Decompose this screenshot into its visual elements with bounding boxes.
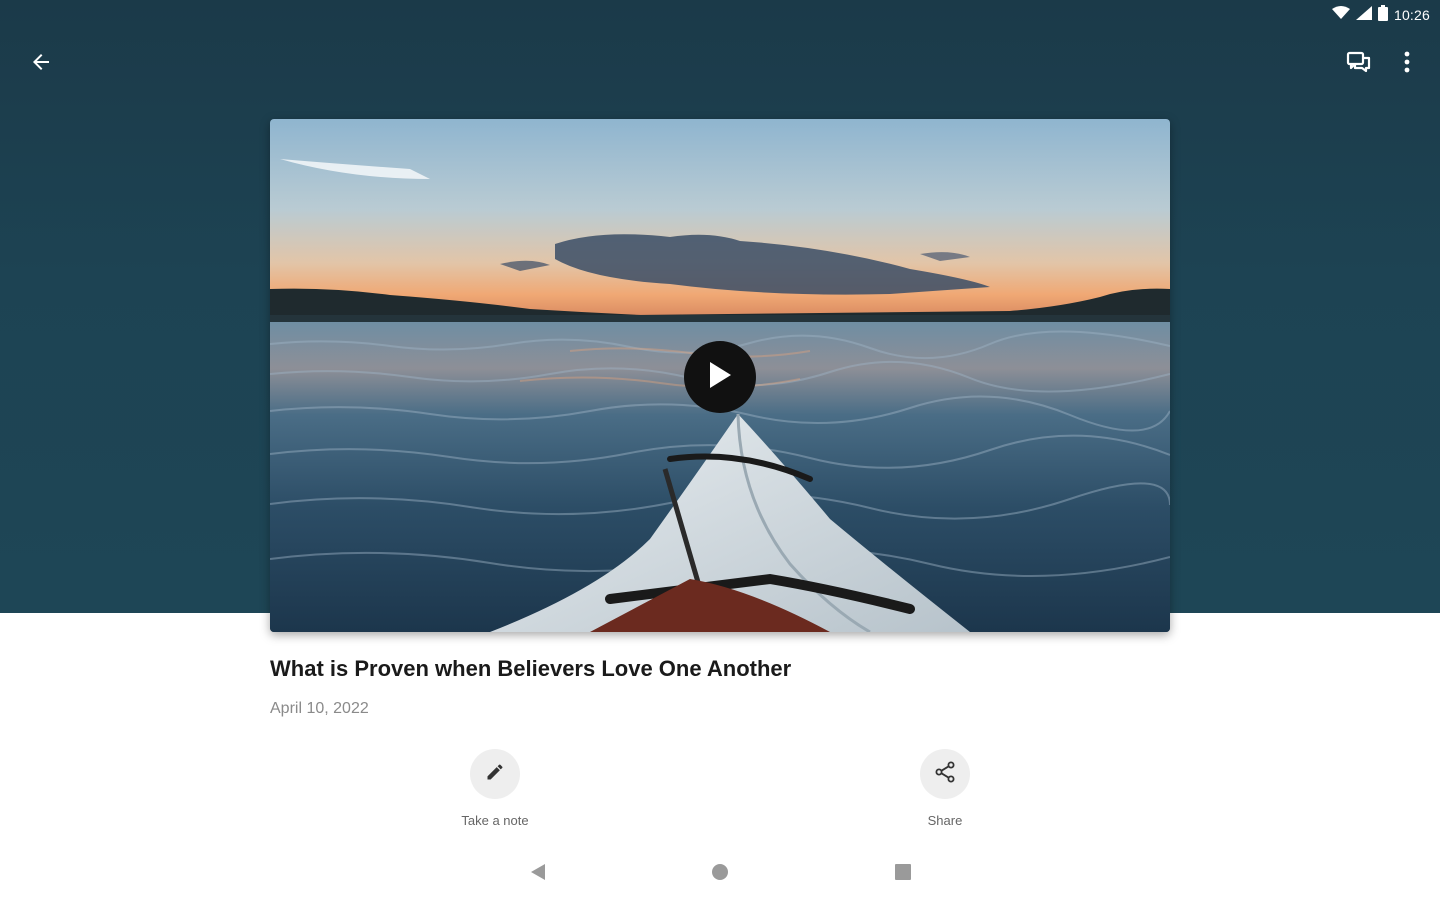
more-vertical-icon xyxy=(1404,51,1410,78)
status-bar: 10:26 xyxy=(1331,4,1430,26)
chat-bubbles-icon xyxy=(1346,50,1372,79)
notes-button[interactable] xyxy=(1339,44,1379,84)
nav-home-button[interactable] xyxy=(706,860,734,888)
pencil-icon xyxy=(485,762,505,787)
play-button[interactable] xyxy=(684,341,756,413)
nav-recents-button[interactable] xyxy=(889,860,917,888)
share-label: Share xyxy=(927,813,963,828)
sermon-date: April 10, 2022 xyxy=(270,700,369,717)
nav-home-icon xyxy=(711,863,729,886)
battery-icon xyxy=(1377,4,1388,26)
signal-icon xyxy=(1355,5,1372,25)
more-options-button[interactable] xyxy=(1387,44,1427,84)
take-note-button[interactable]: Take a note xyxy=(415,749,575,828)
share-button[interactable]: Share xyxy=(865,749,1025,828)
back-button[interactable] xyxy=(21,44,61,84)
nav-recents-icon xyxy=(895,863,911,885)
play-icon xyxy=(707,360,733,395)
system-navigation-bar xyxy=(0,852,1440,896)
arrow-back-icon xyxy=(29,50,53,79)
take-note-label: Take a note xyxy=(461,813,529,828)
wifi-icon xyxy=(1331,5,1350,25)
sermon-title: What is Proven when Believers Love One A… xyxy=(270,656,792,681)
share-circle xyxy=(920,749,970,799)
status-time: 10:26 xyxy=(1393,7,1430,23)
nav-back-button[interactable] xyxy=(524,860,552,888)
share-icon xyxy=(933,760,957,789)
nav-back-icon xyxy=(530,863,546,886)
take-note-circle xyxy=(470,749,520,799)
